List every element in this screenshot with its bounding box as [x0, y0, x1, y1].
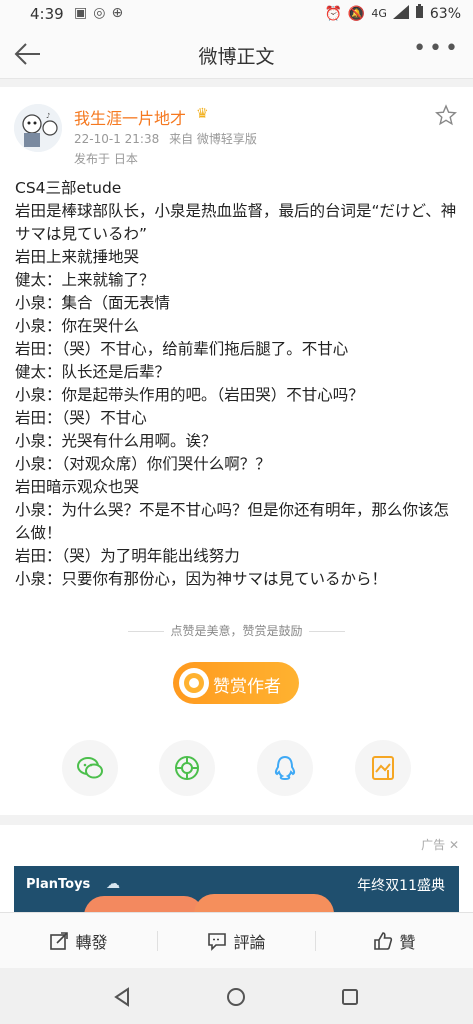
repost-button[interactable]: 轉發	[0, 913, 157, 969]
ad-tag-label: 广告	[421, 838, 446, 852]
crown-icon: ♛	[196, 106, 209, 122]
system-nav-bar	[0, 968, 473, 1024]
cloud-icon: ☁	[106, 876, 120, 892]
divider	[308, 631, 345, 632]
alarm-icon: ⏰	[324, 5, 342, 22]
post-location: 发布于 日本	[74, 152, 138, 166]
qq-icon	[274, 755, 296, 781]
content-line: 健太：上来就输了？	[15, 271, 155, 289]
square-recents-icon	[342, 989, 358, 1005]
reward-coin-icon	[179, 668, 209, 698]
post-meta: 22-10-1 21:38 来自 微博轻享版	[74, 130, 257, 147]
circle-home-icon	[227, 988, 245, 1006]
favorite-button[interactable]	[434, 104, 458, 126]
repost-label: 轉發	[75, 933, 108, 952]
star-icon	[434, 104, 458, 126]
system-home-button[interactable]	[223, 984, 249, 1010]
image-icon: ▣	[74, 5, 94, 21]
triangle-back-icon	[114, 987, 129, 1007]
ad-banner[interactable]: ☁ PlanToys 年终双11盛典	[14, 866, 459, 912]
content-line: 小泉：只要你有那份心，因为神サマは見ているから！	[15, 570, 388, 588]
content-line: 岩田是棒球部队长，小泉是热血监督，最后的台词是“だけど、神サマは見ているわ”	[15, 202, 457, 243]
share-row	[0, 740, 473, 796]
content-line: 岩田暗示观众也哭	[15, 478, 140, 496]
content-line: 健太：队长还是后辈？	[15, 363, 171, 381]
ad-slogan: 年终双11盛典	[357, 878, 445, 894]
system-recents-button[interactable]	[337, 984, 363, 1010]
section-divider	[0, 79, 473, 87]
network-label: 4G	[371, 7, 387, 20]
status-right: ⏰ 🔕 4G 63%	[324, 4, 461, 23]
content-line: 岩田：（哭）不甘心	[15, 409, 147, 427]
mute-icon: 🔕	[347, 5, 366, 22]
content-line: 小泉：你是起带头作用的吧。（岩田哭）不甘心吗？	[15, 386, 364, 404]
like-label: 贊	[399, 933, 416, 952]
svg-text:♪: ♪	[46, 112, 50, 120]
reward-button-label: 赞赏作者	[213, 677, 281, 697]
repost-icon	[50, 932, 69, 950]
content-line: 岩田：（哭）不甘心，给前辈们拖后腿了。不甘心	[15, 340, 349, 358]
reward-author-button[interactable]: 赞赏作者	[173, 662, 299, 704]
status-bar: 4:39 ▣◎⊕ ⏰ 🔕 4G 63%	[0, 0, 473, 30]
page-title: 微博正文	[198, 46, 275, 68]
post-content: CS4三部etude 岩田是棒球部队长，小泉是热血监督，最后的台词是“だけど、神…	[15, 177, 460, 591]
like-button[interactable]: 贊	[316, 913, 473, 969]
download-icon: ⊕	[111, 5, 130, 21]
share-moments-button[interactable]	[159, 740, 215, 796]
close-icon[interactable]: ✕	[449, 838, 459, 852]
avatar-illustration-icon: ♪	[14, 104, 62, 152]
ad-tag[interactable]: 广告 ✕	[421, 836, 459, 853]
moments-icon	[175, 756, 199, 780]
signal-icon	[392, 4, 409, 23]
avatar[interactable]: ♪	[14, 104, 62, 152]
comment-label: 評論	[233, 933, 266, 952]
content-line: 小泉：集合（面无表情	[15, 294, 171, 312]
battery-icon	[415, 4, 424, 23]
reward-hint: 点赞是美意，赞赏是鼓励	[0, 622, 473, 642]
content-line: 岩田上来就捶地哭	[15, 248, 140, 266]
content-line: 小泉：为什么哭？不是不甘心吗？但是你还有明年，那么你该怎么做！	[15, 501, 450, 542]
more-options-icon[interactable]: •••	[413, 36, 461, 61]
wechat-icon	[77, 757, 103, 779]
post-header: ♪ 我生涯一片地才 ♛ 22-10-1 21:38 来自 微博轻享版 发布于 日…	[0, 88, 473, 172]
reward-hint-text: 点赞是美意，赞赏是鼓励	[170, 624, 303, 638]
share-save-image-button[interactable]	[355, 740, 411, 796]
comment-button[interactable]: 評論	[158, 913, 315, 969]
content-line: 岩田：（哭）为了明年能出线努力	[15, 547, 240, 565]
ad-brand: PlanToys	[26, 877, 91, 892]
share-qq-button[interactable]	[257, 740, 313, 796]
post-date: 22-10-1 21:38	[74, 132, 160, 146]
comment-icon	[208, 933, 227, 951]
top-nav-bar: 微博正文 •••	[0, 30, 473, 79]
notification-icons: ▣◎⊕	[74, 5, 129, 21]
post-source[interactable]: 来自 微博轻享版	[169, 132, 257, 146]
content-line: 小泉：光哭有什么用啊。诶？	[15, 432, 217, 450]
share-wechat-button[interactable]	[62, 740, 118, 796]
status-time: 4:39	[30, 5, 64, 23]
thumbs-up-icon	[374, 932, 393, 950]
weibo-icon: ◎	[93, 5, 112, 21]
content-line: CS4三部etude	[15, 179, 122, 197]
divider	[128, 631, 165, 632]
content-line: 小泉：你在哭什么	[15, 317, 140, 335]
system-back-button[interactable]	[110, 984, 136, 1010]
bottom-action-bar: 轉發 評論 贊	[0, 912, 473, 969]
save-image-icon	[372, 756, 394, 780]
section-divider	[0, 815, 473, 825]
battery-level: 63%	[429, 5, 461, 22]
username[interactable]: 我生涯一片地才	[74, 105, 186, 129]
ad-decoration	[194, 894, 334, 912]
content-line: 小泉：（对观众席）你们哭什么啊？？	[15, 455, 271, 473]
ad-decoration	[84, 896, 204, 912]
